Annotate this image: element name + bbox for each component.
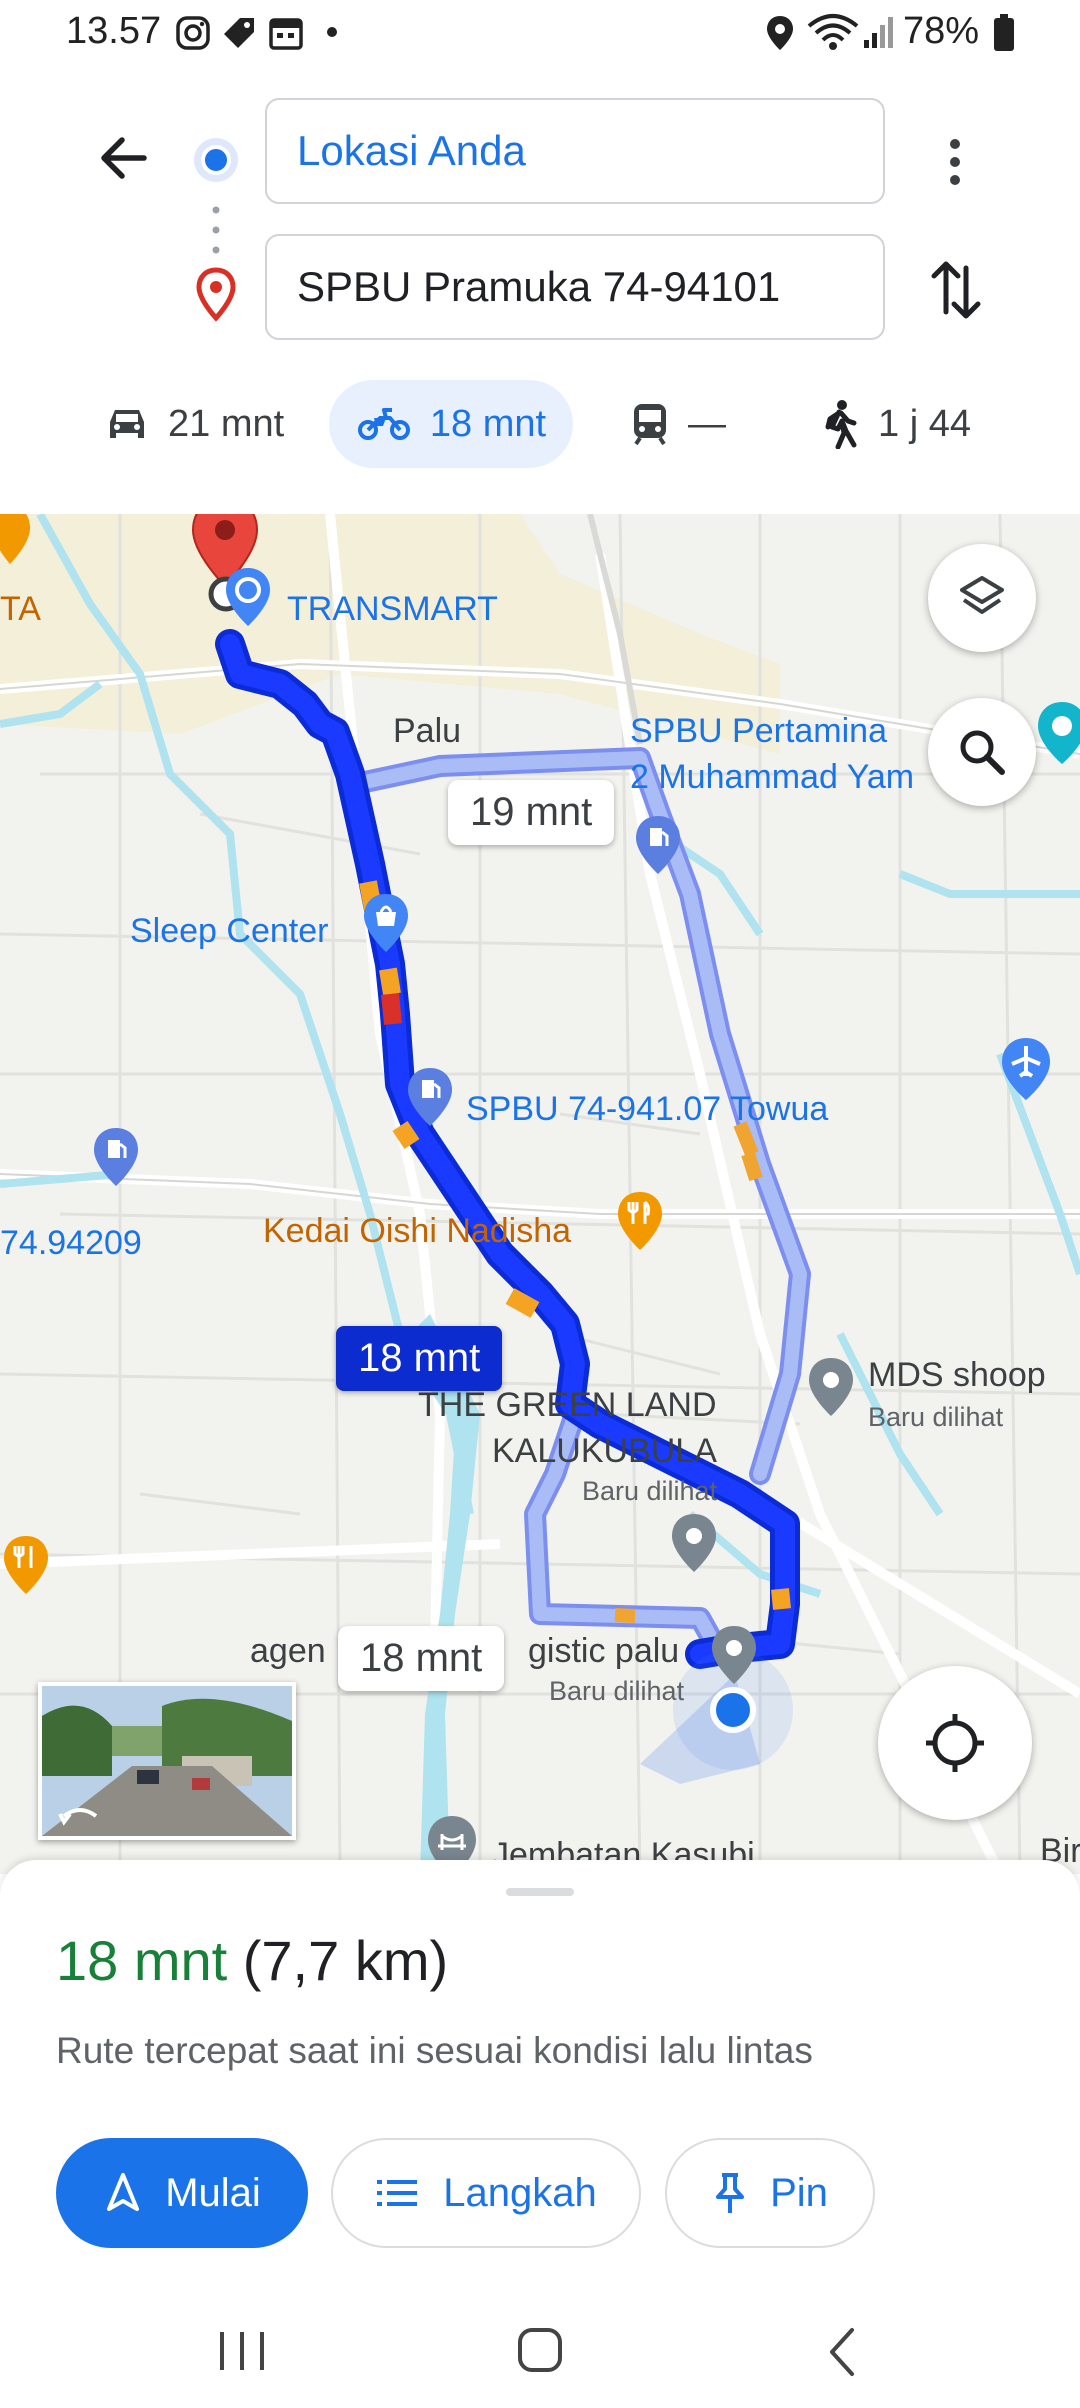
battery-icon [994,14,1014,51]
store-marker-icon [364,894,408,952]
location-icon [767,16,793,50]
mode-motorcycle[interactable]: 18 mnt [329,380,573,468]
mode-transit-label: — [688,402,726,445]
route-duration: 18 mnt [56,1929,228,1992]
start-button-label: Mulai [165,2170,261,2215]
map-label-green-land: THE GREEN LAND [418,1386,717,1424]
map-label-code: 74.94209 [0,1224,142,1262]
motorcycle-icon [357,408,410,440]
search-icon [960,730,1005,775]
map-label-ta: TA [0,590,41,628]
selected-route-time-bubble[interactable]: 18 mnt [336,1326,503,1391]
map-label-sleep-center: Sleep Center [130,912,329,950]
map-label-agen: agen [250,1632,326,1670]
map-label-recent: Baru dilihat [868,1402,1004,1432]
origin-dot-icon [194,138,238,182]
route-description: Rute tercepat saat ini sesuai kondisi la… [56,2030,813,2071]
pin-icon [716,2173,745,2213]
place-marker-icon [712,1626,756,1684]
destination-input[interactable]: SPBU Pramuka 74-94101 [265,234,885,340]
map-label-kalukubula: KALUKUBULA [492,1432,717,1470]
dot-icon [327,27,337,37]
gas-station-marker-icon [94,1128,138,1186]
mode-transit[interactable]: — [630,380,726,468]
back-arrow-icon[interactable] [94,128,154,188]
walk-icon [825,400,857,449]
system-nav-bar [0,2290,1080,2408]
status-bar: 13.57 78% [0,0,1080,66]
route-distance: (7,7 km) [242,1929,449,1992]
map-label-palu: Palu [393,712,462,750]
map-label-transmart: TRANSMART [287,590,498,628]
more-options-icon[interactable] [940,132,970,192]
my-location-icon [926,1714,984,1772]
alt-route-time-bubble[interactable]: 19 mnt [448,780,615,845]
map-label-kedai: Kedai Oishi Nadisha [263,1212,572,1250]
restaurant-marker-icon [618,1192,662,1250]
steps-button[interactable]: Langkah [331,2138,641,2248]
car-icon [110,410,144,438]
destination-pin-icon [196,267,236,322]
place-marker-icon [809,1358,853,1416]
gas-station-marker-icon [408,1068,452,1126]
layers-button[interactable] [928,544,1036,652]
back-nav-icon[interactable] [818,2326,868,2378]
battery-percent: 78% [903,10,980,52]
recenter-button[interactable] [878,1666,1032,1820]
list-icon [377,2180,418,2206]
map-view[interactable]: TRANSMART Palu SPBU Pertamina 2 Muhammad… [0,514,1080,1874]
shopping-marker-icon [226,568,270,626]
gas-station-marker-icon [636,816,680,874]
wifi-icon [807,14,859,50]
recent-apps-icon[interactable] [214,2326,270,2376]
map-label-spbu-towua: SPBU 74-941.07 Towua [466,1090,829,1128]
signal-icon [864,17,893,48]
place-marker-icon [672,1514,716,1572]
map-label-muhammad: 2 Muhammad Yam [630,758,915,796]
map-label-mds-shoop: MDS shoop [868,1356,1046,1394]
airport-marker-icon [1002,1038,1050,1100]
origin-input[interactable]: Lokasi Anda [265,98,885,204]
search-along-route-button[interactable] [928,698,1036,806]
street-view-thumbnail[interactable] [38,1682,296,1840]
mode-car[interactable]: 21 mnt [104,380,284,468]
steps-button-label: Langkah [443,2170,597,2215]
mode-walk-label: 1 j 44 [878,402,971,445]
navigation-arrow-icon [107,2173,140,2211]
route-summary: 18 mnt (7,7 km) [56,1928,448,1993]
swap-icon[interactable] [928,256,984,324]
restaurant-marker-icon [4,1536,48,1594]
transit-icon [634,404,666,446]
pin-button-label: Pin [770,2170,828,2215]
home-icon[interactable] [512,2324,568,2378]
map-label-recent: Baru dilihat [549,1676,685,1706]
mode-car-label: 21 mnt [168,402,285,445]
restaurant-marker-icon [0,514,30,564]
mode-walk[interactable]: 1 j 44 [820,380,971,468]
map-label-logistic: gistic palu [528,1632,680,1670]
calendar-icon [269,18,303,50]
status-time: 13.57 [66,10,162,52]
drag-handle[interactable] [506,1888,574,1896]
pin-button[interactable]: Pin [665,2138,875,2248]
map-label-recent: Baru dilihat [582,1476,718,1506]
map-label-spbu-pertamina: SPBU Pertamina [630,712,887,750]
start-navigation-button[interactable]: Mulai [56,2138,308,2248]
layers-icon [960,576,1004,614]
street-view-image [42,1686,292,1836]
alt-route-time-bubble[interactable]: 18 mnt [338,1626,505,1691]
mode-motorcycle-label: 18 mnt [429,402,547,445]
health-marker-icon [1038,702,1080,764]
tag-icon [224,18,254,48]
instagram-icon [176,16,210,50]
